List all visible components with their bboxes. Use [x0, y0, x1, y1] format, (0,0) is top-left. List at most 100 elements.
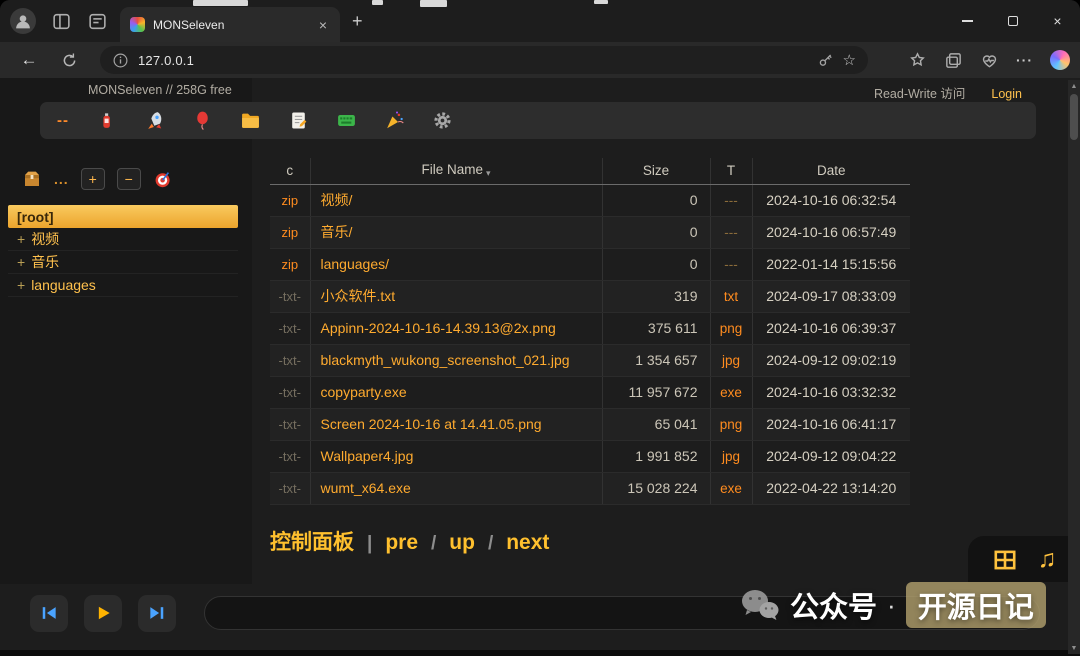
- watermark: 公众号 · 开源日记: [740, 582, 1046, 628]
- music-note-icon[interactable]: ♫: [1038, 547, 1057, 572]
- cell-c[interactable]: -txt-: [270, 280, 310, 312]
- gear-icon[interactable]: [432, 110, 453, 131]
- file-link[interactable]: wumt_x64.exe: [321, 480, 411, 496]
- fire-extinguisher-icon[interactable]: [96, 110, 117, 131]
- file-link[interactable]: 小众软件.txt: [321, 288, 396, 304]
- next-link[interactable]: next: [506, 531, 549, 555]
- page-scrollbar[interactable]: ▲ ▼: [1068, 80, 1080, 654]
- table-row: -txt-blackmyth_wukong_screenshot_021.jpg…: [270, 344, 910, 376]
- cell-c[interactable]: -txt-: [270, 472, 310, 504]
- tree-item-label: 视频: [31, 229, 59, 249]
- file-link[interactable]: Wallpaper4.jpg: [321, 448, 414, 464]
- col-header-size[interactable]: Size: [602, 158, 710, 184]
- previous-track-button[interactable]: [30, 595, 68, 632]
- site-info-icon[interactable]: [112, 52, 129, 69]
- browser-essentials-icon[interactable]: [980, 51, 999, 70]
- file-link[interactable]: blackmyth_wukong_screenshot_021.jpg: [321, 352, 570, 368]
- table-row: ziplanguages/0---2022-01-14 15:15:56: [270, 248, 910, 280]
- copilot-icon[interactable]: [1050, 50, 1070, 70]
- cell-c[interactable]: -txt-: [270, 376, 310, 408]
- folder-icon[interactable]: [240, 110, 261, 131]
- tree-item-root[interactable]: [root]: [8, 205, 238, 228]
- col-header-type[interactable]: T: [710, 158, 752, 184]
- cell-date: 2024-10-16 03:32:32: [752, 376, 910, 408]
- file-link[interactable]: 视频/: [321, 192, 353, 208]
- watermark-separator: ·: [887, 590, 896, 621]
- play-button[interactable]: [84, 595, 122, 632]
- cell-c[interactable]: -txt-: [270, 312, 310, 344]
- tree-item-videos[interactable]: + 视频: [8, 228, 238, 251]
- memo-icon[interactable]: [288, 110, 309, 131]
- cell-c[interactable]: -txt-: [270, 408, 310, 440]
- tree-item-music[interactable]: + 音乐: [8, 251, 238, 274]
- collections-icon[interactable]: [944, 51, 963, 70]
- file-link[interactable]: 音乐/: [321, 224, 353, 240]
- file-link[interactable]: Screen 2024-10-16 at 14.41.05.png: [321, 416, 542, 432]
- expand-icon[interactable]: +: [17, 231, 25, 247]
- cell-c[interactable]: zip: [270, 216, 310, 248]
- file-link[interactable]: copyparty.exe: [321, 384, 407, 400]
- file-link[interactable]: languages/: [321, 256, 390, 272]
- person-icon: [12, 10, 34, 32]
- col-header-date[interactable]: Date: [752, 158, 910, 184]
- minimize-button[interactable]: [945, 0, 990, 42]
- dartboard-icon[interactable]: [153, 169, 173, 189]
- key-icon[interactable]: [817, 52, 834, 69]
- cell-size: 375 611: [602, 312, 710, 344]
- up-link[interactable]: up: [449, 531, 475, 555]
- cell-c[interactable]: zip: [270, 184, 310, 216]
- control-panel-link[interactable]: 控制面板: [270, 526, 354, 556]
- col-header-c[interactable]: c: [270, 158, 310, 184]
- skip-forward-icon: [147, 603, 167, 623]
- collapse-all-button[interactable]: −: [117, 168, 141, 190]
- favorites-icon[interactable]: [908, 51, 927, 70]
- expand-icon[interactable]: +: [17, 254, 25, 270]
- view-toggle-panel: ♫: [968, 536, 1080, 582]
- new-tab-button[interactable]: +: [352, 0, 363, 42]
- tree-item-languages[interactable]: + languages: [8, 274, 238, 297]
- cell-c[interactable]: -txt-: [270, 344, 310, 376]
- cell-date: 2024-09-17 08:33:09: [752, 280, 910, 312]
- refresh-button[interactable]: [54, 42, 84, 78]
- col-header-name[interactable]: File Name▾: [310, 158, 602, 184]
- close-button[interactable]: ×: [1035, 0, 1080, 42]
- back-button[interactable]: ←: [14, 42, 44, 78]
- expand-icon[interactable]: +: [17, 277, 25, 293]
- tab-actions-icon[interactable]: [87, 11, 108, 32]
- grid-view-icon[interactable]: [992, 547, 1018, 571]
- browser-tab[interactable]: MONSeleven ×: [120, 7, 340, 42]
- page-footer-links: 控制面板 | pre / up / next: [270, 526, 549, 556]
- more-menu-icon[interactable]: ···: [1016, 52, 1033, 68]
- scroll-up-icon[interactable]: ▲: [1071, 80, 1078, 92]
- profile-avatar[interactable]: [10, 8, 36, 34]
- scrollbar-thumb[interactable]: [1070, 94, 1078, 140]
- screen-artifact: [594, 0, 608, 4]
- expand-all-button[interactable]: +: [81, 168, 105, 190]
- balloon-icon[interactable]: [192, 110, 213, 131]
- scroll-down-icon[interactable]: ▼: [1071, 642, 1078, 654]
- address-input[interactable]: 127.0.0.1 ☆: [100, 46, 868, 74]
- cell-c[interactable]: -txt-: [270, 440, 310, 472]
- collapse-button[interactable]: --: [57, 112, 69, 129]
- cell-date: 2024-09-12 09:04:22: [752, 440, 910, 472]
- breadcrumb[interactable]: MONSeleven // 258G free: [88, 83, 232, 102]
- file-table-body: zip视频/0---2024-10-16 06:32:54zip音乐/0---2…: [270, 184, 910, 504]
- cell-type: jpg: [710, 440, 752, 472]
- maximize-button[interactable]: [990, 0, 1035, 42]
- cell-c[interactable]: zip: [270, 248, 310, 280]
- next-track-button[interactable]: [138, 595, 176, 632]
- keyboard-icon[interactable]: [336, 110, 357, 131]
- cell-name: blackmyth_wukong_screenshot_021.jpg: [310, 344, 602, 376]
- pre-link[interactable]: pre: [385, 531, 418, 555]
- cell-size: 15 028 224: [602, 472, 710, 504]
- tab-close-icon[interactable]: ×: [316, 17, 330, 33]
- workspaces-icon[interactable]: [51, 11, 72, 32]
- login-link[interactable]: Login: [991, 87, 1022, 101]
- sidebar-more-label[interactable]: ...: [54, 171, 69, 187]
- favorite-star-icon[interactable]: ☆: [843, 51, 856, 69]
- party-popper-icon[interactable]: [384, 110, 405, 131]
- cell-type: ---: [710, 216, 752, 248]
- package-icon[interactable]: [22, 169, 42, 189]
- file-link[interactable]: Appinn-2024-10-16-14.39.13@2x.png: [321, 320, 556, 336]
- rocket-icon[interactable]: [144, 110, 165, 131]
